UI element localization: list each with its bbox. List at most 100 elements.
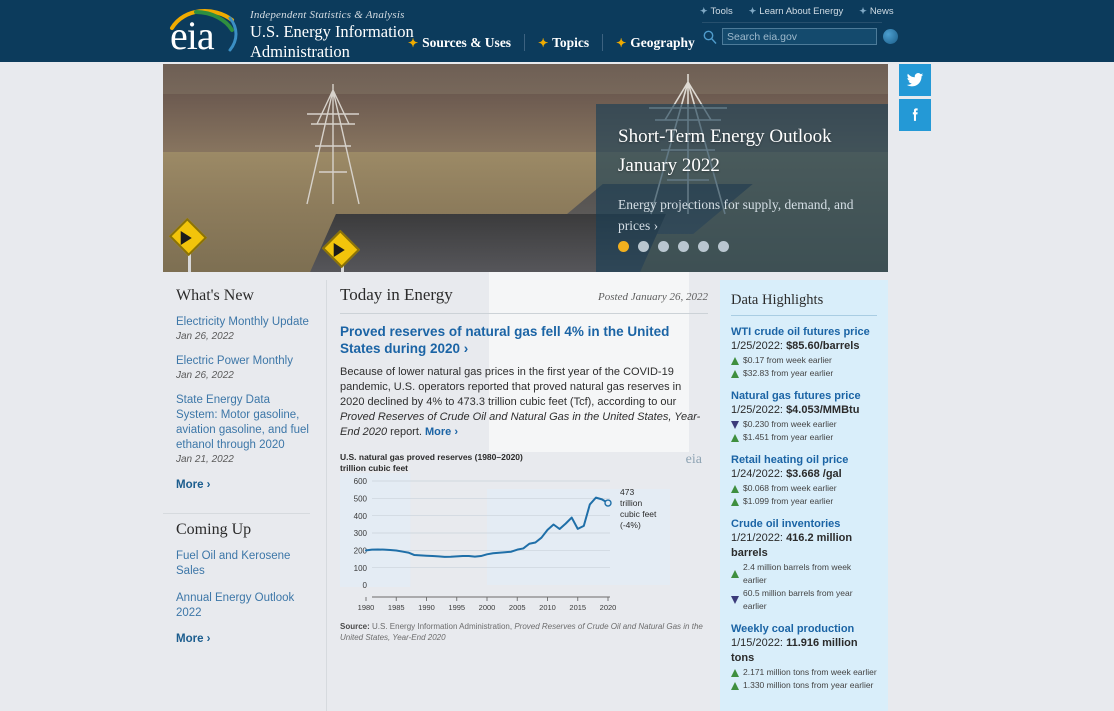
- nav-item-sources-uses[interactable]: ✦ Sources & Uses: [408, 35, 524, 51]
- list-item[interactable]: State Energy Data System: Motor gasoline…: [163, 393, 310, 465]
- highlight-name-link[interactable]: Crude oil inventories: [731, 517, 877, 531]
- nav-label: Topics: [552, 35, 589, 51]
- highlight-date: 1/24/2022:: [731, 468, 783, 480]
- arrow-up-icon: [731, 570, 739, 578]
- highlight-date: 1/15/2022:: [731, 637, 783, 649]
- arrow-down-icon: [731, 421, 739, 429]
- svg-text:400: 400: [354, 512, 368, 521]
- story-title-link[interactable]: Proved reserves of natural gas fell 4% i…: [340, 323, 708, 357]
- site-header: eia Independent Statistics & Analysis U.…: [0, 0, 1114, 62]
- facebook-share-button[interactable]: [899, 99, 931, 131]
- carousel-dot-3[interactable]: [658, 241, 669, 252]
- data-highlight-item[interactable]: Crude oil inventories 1/21/2022: 416.2 m…: [731, 517, 877, 613]
- chart-container: U.S. natural gas proved reserves (1980–2…: [340, 452, 708, 643]
- svg-text:(-4%): (-4%): [620, 520, 641, 530]
- svg-text:2000: 2000: [479, 603, 496, 612]
- whats-new-date: Jan 21, 2022: [176, 454, 310, 465]
- search-submit-icon[interactable]: [883, 29, 898, 44]
- whats-new-date: Jan 26, 2022: [176, 370, 310, 381]
- list-item[interactable]: Fuel Oil and Kerosene Sales: [163, 549, 310, 579]
- svg-text:2010: 2010: [539, 603, 556, 612]
- hero-subtitle-link[interactable]: Energy projections for supply, demand, a…: [618, 194, 866, 236]
- search-icon: [702, 29, 718, 45]
- facebook-icon: [906, 106, 924, 124]
- highlight-note: $0.17 from week earlier: [731, 354, 877, 367]
- svg-text:0: 0: [363, 581, 368, 590]
- coming-up-more-link[interactable]: More ›: [163, 633, 310, 645]
- carousel-dot-4[interactable]: [678, 241, 689, 252]
- highlight-name-link[interactable]: Weekly coal production: [731, 622, 877, 636]
- hero-carousel[interactable]: Short-Term Energy Outlook January 2022 E…: [163, 64, 888, 272]
- data-highlight-item[interactable]: Natural gas futures price 1/25/2022: $4.…: [731, 389, 877, 444]
- search-input[interactable]: [722, 28, 877, 45]
- today-in-energy-header: Today in Energy Posted January 26, 2022: [340, 280, 708, 305]
- eia-logo[interactable]: eia Independent Statistics & Analysis U.…: [168, 6, 414, 61]
- svg-text:300: 300: [354, 529, 368, 538]
- story-body-part2: report.: [387, 426, 425, 438]
- svg-text:2005: 2005: [509, 603, 526, 612]
- plus-icon: ✦: [616, 36, 626, 50]
- chart-title: U.S. natural gas proved reserves (1980–2…: [340, 452, 708, 463]
- note-text: 2.4 million barrels from week earlier: [743, 561, 877, 587]
- logo-title-line2: Administration: [250, 43, 414, 61]
- highlight-note: 2.4 million barrels from week earlier: [731, 561, 877, 587]
- highlight-note: 60.5 million barrels from year earlier: [731, 587, 877, 613]
- list-item[interactable]: Electric Power Monthly Jan 26, 2022: [163, 354, 310, 381]
- svg-text:cubic feet: cubic feet: [620, 509, 657, 519]
- highlight-note: $0.068 from week earlier: [731, 482, 877, 495]
- note-text: $0.068 from week earlier: [743, 482, 837, 495]
- arrow-up-icon: [731, 357, 739, 365]
- today-in-energy-section: Today in Energy Posted January 26, 2022 …: [327, 280, 720, 711]
- main-navigation: ✦ Sources & Uses ✦ Topics ✦ Geography: [408, 34, 708, 51]
- carousel-dot-5[interactable]: [698, 241, 709, 252]
- svg-text:1990: 1990: [418, 603, 435, 612]
- twitter-icon: [906, 71, 924, 89]
- note-text: $0.17 from week earlier: [743, 354, 832, 367]
- twitter-share-button[interactable]: [899, 64, 931, 96]
- logo-tagline: Independent Statistics & Analysis: [250, 9, 414, 21]
- list-item[interactable]: Electricity Monthly Update Jan 26, 2022: [163, 315, 310, 342]
- coming-up-heading: Coming Up: [163, 514, 310, 549]
- arrow-up-icon: [731, 370, 739, 378]
- highlight-name-link[interactable]: Retail heating oil price: [731, 453, 877, 467]
- data-highlight-item[interactable]: Retail heating oil price 1/24/2022: $3.6…: [731, 453, 877, 508]
- whats-new-date: Jan 26, 2022: [176, 331, 310, 342]
- data-highlight-item[interactable]: Weekly coal production 1/15/2022: 11.916…: [731, 622, 877, 692]
- nav-item-geography[interactable]: ✦ Geography: [603, 35, 708, 51]
- highlight-note: $0.230 from week earlier: [731, 418, 877, 431]
- note-text: 60.5 million barrels from year earlier: [743, 587, 877, 613]
- coming-up-link[interactable]: Fuel Oil and Kerosene Sales: [176, 549, 310, 579]
- list-item[interactable]: Annual Energy Outlook 2022: [163, 591, 310, 621]
- whats-new-link[interactable]: Electric Power Monthly: [176, 354, 310, 369]
- carousel-dot-6[interactable]: [718, 241, 729, 252]
- hero-title-line2: January 2022: [618, 151, 866, 180]
- note-text: 1.330 million tons from year earlier: [743, 679, 873, 692]
- highlight-date: 1/25/2022:: [731, 404, 783, 416]
- carousel-dot-2[interactable]: [638, 241, 649, 252]
- nav-item-topics[interactable]: ✦ Topics: [525, 35, 602, 51]
- data-highlights-panel: Data Highlights WTI crude oil futures pr…: [720, 280, 888, 711]
- nav-item-tools[interactable]: ✦ Tools: [700, 6, 733, 17]
- carousel-dot-1[interactable]: [618, 241, 629, 252]
- highlight-name-link[interactable]: Natural gas futures price: [731, 389, 877, 403]
- highlight-name-link[interactable]: WTI crude oil futures price: [731, 325, 877, 339]
- highlight-date: 1/25/2022:: [731, 340, 783, 352]
- whats-new-more-link[interactable]: More ›: [163, 479, 310, 491]
- story-more-link[interactable]: More ›: [425, 426, 458, 438]
- whats-new-link[interactable]: Electricity Monthly Update: [176, 315, 310, 330]
- highlight-note: $32.83 from year earlier: [731, 367, 877, 380]
- whats-new-heading: What's New: [163, 280, 310, 315]
- nav-label: Geography: [630, 35, 695, 51]
- whats-new-link[interactable]: State Energy Data System: Motor gasoline…: [176, 393, 310, 453]
- data-highlight-item[interactable]: WTI crude oil futures price 1/25/2022: $…: [731, 325, 877, 380]
- svg-text:1995: 1995: [448, 603, 465, 612]
- svg-text:473: 473: [620, 487, 634, 497]
- posted-date: Posted January 26, 2022: [598, 291, 708, 303]
- coming-up-link[interactable]: Annual Energy Outlook 2022: [176, 591, 310, 621]
- arrow-up-icon: [731, 669, 739, 677]
- nav-item-learn-about-energy[interactable]: ✦ Learn About Energy: [749, 6, 844, 17]
- highlight-value: 1/15/2022: 11.916 million tons: [731, 636, 877, 666]
- nav-item-news[interactable]: ✦ News: [859, 6, 893, 17]
- highlight-date: 1/21/2022:: [731, 532, 783, 544]
- svg-text:500: 500: [354, 495, 368, 504]
